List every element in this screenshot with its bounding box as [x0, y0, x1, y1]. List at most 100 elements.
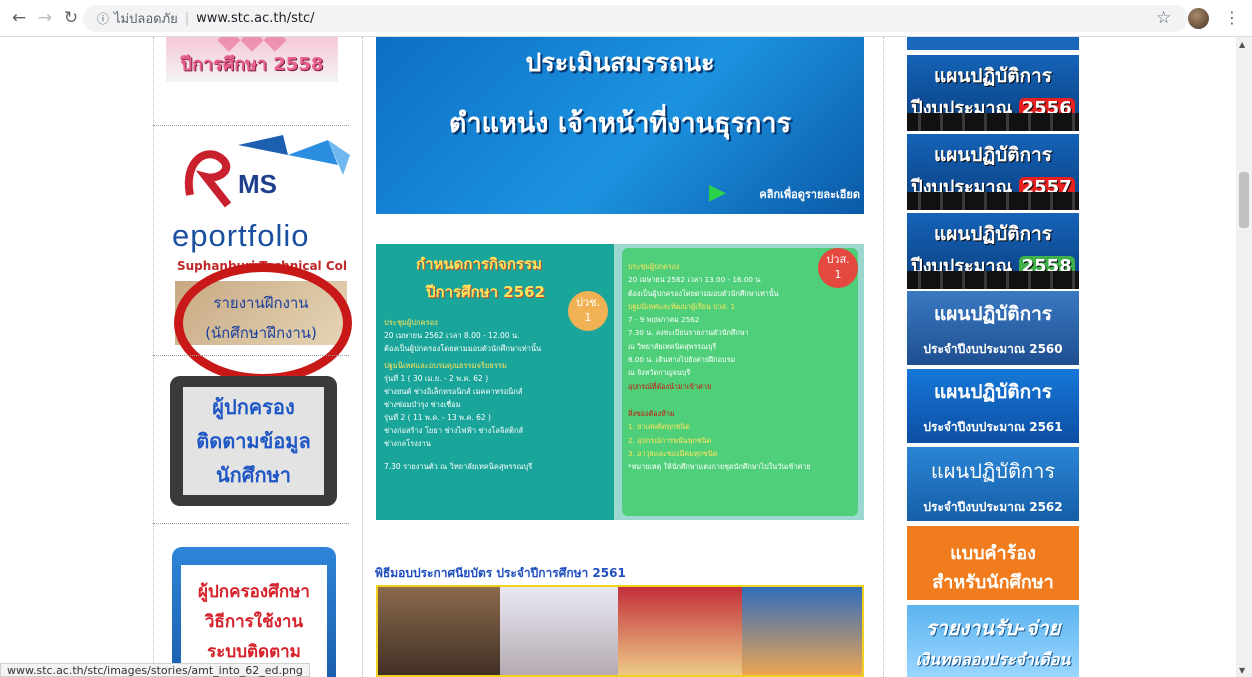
request-form-banner[interactable]: แบบคำร้อง สำหรับนักศึกษา: [907, 526, 1079, 600]
activity-schedule-poster[interactable]: กำหนดการกิจกรรม ปีการศึกษา 2562 ปวช. 1 ป…: [376, 244, 864, 520]
howto-screen: ผู้ปกครองศึกษา วิธีการใช้งาน ระบบติดตาม: [181, 565, 327, 677]
howto-line-1: ผู้ปกครองศึกษา: [198, 582, 310, 602]
photo-panel: [742, 587, 862, 675]
schedule-right-item: 3. อาวุธและของมีคมทุกชนิด: [628, 448, 718, 458]
partial-banner[interactable]: [907, 37, 1079, 50]
plan-2560-banner[interactable]: แผนปฏิบัติการ ประจำปีงบประมาณ 2560: [907, 291, 1079, 365]
rms-label: MS: [238, 169, 277, 199]
badge-pvs-label: ปวส.: [826, 253, 850, 266]
column-divider: [883, 37, 884, 677]
schedule-left-item: ช่างกลโรงงาน: [384, 439, 431, 448]
plan-2556-banner[interactable]: แผนปฏิบัติการ ปีงบประมาณ 2556: [907, 55, 1079, 131]
plan-title: แผนปฏิบัติการ: [934, 223, 1052, 245]
address-bar[interactable]: ⓘ ไม่ปลอดภัย | www.stc.ac.th/stc/: [83, 5, 1188, 32]
plan-subtitle: ประจำปีงบประมาณ 2561: [923, 420, 1063, 434]
year-2558-banner[interactable]: ◆◆◆ ปีการศึกษา 2558: [166, 37, 338, 82]
address-separator: |: [184, 11, 190, 26]
profile-avatar[interactable]: [1188, 8, 1209, 29]
ceremony-photo[interactable]: [376, 585, 864, 677]
parent-track-line-1: ผู้ปกครอง: [212, 395, 295, 419]
city-skyline: [907, 271, 1079, 289]
highlight-circle: [174, 263, 352, 383]
badge-pvc: ปวช. 1: [568, 291, 608, 331]
city-skyline: [907, 113, 1079, 131]
photo-panel: [500, 587, 618, 675]
badge-pvc-num: 1: [584, 311, 592, 324]
bookmark-star-icon[interactable]: ☆: [1156, 8, 1171, 28]
schedule-right-item: ต้องเป็นผู้ปกครองโดยตามมอบตัวนักศึกษาเท่…: [628, 288, 779, 298]
divider: [153, 355, 349, 356]
schedule-left-item: 20 เมษายน 2562 เวลา 8.00 - 12.00 น.: [384, 331, 520, 340]
scroll-down-icon[interactable]: ▼: [1239, 666, 1245, 675]
schedule-left-item: ต้องเป็นผู้ปกครองโดยตามมอบตัวนักศึกษาเท่…: [384, 344, 542, 353]
schedule-left-item: รุ่นที่ 1 ( 30 เม.ย. - 2 พ.ค. 62 ): [384, 374, 489, 383]
plan-title: แผนปฏิบัติการ: [930, 459, 1056, 483]
schedule-right-item: 8.00 น. เดินทางไปยังค่ายฝึกอบรม: [628, 355, 736, 365]
form-subtitle: สำหรับนักศึกษา: [932, 572, 1054, 593]
schedule-left-item: ช่างก่อสร้าง โยธา ช่างไฟฟ้า ช่างโลจิสติก…: [384, 426, 523, 435]
schedule-right-item: *หมายเหตุ ให้นักศึกษาแต่งกายชุดนักศึกษาไ…: [628, 462, 811, 472]
schedule-right-item: สิ่งของต้องห้าม: [628, 408, 675, 418]
status-bar: www.stc.ac.th/stc/images/stories/amt_int…: [0, 663, 310, 677]
schedule-right-panel: ปวส. 1 ประชุมผู้ปกครอง 20 เมษายน 2562 เว…: [622, 248, 858, 516]
schedule-left-item: ปฐมนิเทศและอบรมคุณธรรมจริยธรรม: [384, 361, 507, 370]
schedule-right-item: ปฐมนิเทศและพัฒนาผู้เรียน ปวส. 1: [628, 301, 736, 311]
parent-howto-banner[interactable]: ผู้ปกครองศึกษา วิธีการใช้งาน ระบบติดตาม: [172, 547, 336, 677]
column-divider: [362, 37, 363, 677]
schedule-right-item: 7.30 น. ลงทะเบียนรายงานตัวนักศึกษา: [628, 328, 749, 338]
schedule-right-item: ประชุมผู้ปกครอง: [628, 262, 680, 271]
schedule-left-item: 7.30 รายงานตัว ณ วิทยาลัยเทคนิคสุพรรณบุร…: [384, 462, 533, 471]
finance-subtitle: เงินทดลองประจำเดือน: [915, 650, 1071, 669]
schedule-left-item: ช่างยนต์ ช่างอิเล็กทรอนิกส์ เมคคาทรอนิกส…: [384, 387, 523, 396]
schedule-left-item: ช่างซ่อมบำรุง ช่างเชื่อม: [384, 400, 461, 409]
parent-track-line-3: นักศึกษา: [216, 463, 291, 487]
badge-pvs-num: 1: [834, 268, 842, 281]
url-text[interactable]: www.stc.ac.th/stc/: [196, 11, 314, 26]
back-icon[interactable]: ←: [6, 8, 32, 28]
schedule-left-items: ประชุมผู้ปกครอง 20 เมษายน 2562 เวลา 8.00…: [384, 316, 566, 473]
browser-toolbar: ← → ↻ ⓘ ไม่ปลอดภัย | www.stc.ac.th/stc/ …: [0, 0, 1252, 37]
vertical-scrollbar[interactable]: [1236, 37, 1252, 677]
parent-tracking-tablet[interactable]: ผู้ปกครอง ติดตามข้อมูล นักศึกษา: [170, 376, 337, 506]
schedule-right-item: 20 เมษายน 2562 เวลา 13.00 - 16.00 น.: [628, 275, 763, 285]
assessment-line-2: ตำแหน่ง เจ้าหน้าที่งานธุรการ: [448, 108, 792, 139]
plan-2558-banner[interactable]: แผนปฏิบัติการ ปีงบประมาณ 2558: [907, 213, 1079, 289]
plan-subtitle: ประจำปีงบประมาณ 2560: [923, 342, 1063, 356]
form-title: แบบคำร้อง: [950, 543, 1036, 564]
rms-logo[interactable]: MS: [178, 135, 350, 209]
schedule-title: กำหนดการกิจกรรม: [416, 255, 542, 273]
eportfolio-logo[interactable]: eportfolio: [172, 218, 310, 254]
plan-2561-banner[interactable]: แผนปฏิบัติการ ประจำปีงบประมาณ 2561: [907, 369, 1079, 443]
scroll-up-icon[interactable]: ▲: [1239, 40, 1245, 49]
finance-report-banner[interactable]: รายงานรับ-จ่าย เงินทดลองประจำเดือน: [907, 605, 1079, 677]
badge-pvc-label: ปวช.: [575, 296, 601, 309]
forward-icon[interactable]: →: [32, 8, 58, 28]
photo-panel: [378, 587, 500, 675]
click-detail-label[interactable]: คลิกเพื่อดูรายละเอียด: [759, 185, 860, 203]
security-label: ไม่ปลอดภัย: [114, 12, 178, 27]
city-skyline: [907, 192, 1079, 210]
plan-2562-banner[interactable]: แผนปฏิบัติการ ประจำปีงบประมาณ 2562: [907, 447, 1079, 521]
kebab-menu-icon[interactable]: ⋮: [1224, 8, 1240, 27]
ceremony-title[interactable]: พิธีมอบประกาศนียบัตร ประจำปีการศึกษา 256…: [375, 564, 626, 583]
plan-title: แผนปฏิบัติการ: [934, 381, 1052, 403]
plan-2557-banner[interactable]: แผนปฏิบัติการ ปีงบประมาณ 2557: [907, 134, 1079, 210]
arrow-icon: ▶: [709, 180, 726, 205]
reload-icon[interactable]: ↻: [58, 8, 84, 28]
plan-title: แผนปฏิบัติการ: [934, 65, 1052, 87]
plan-subtitle: ประจำปีงบประมาณ 2562: [923, 500, 1063, 514]
parent-track-line-2: ติดตามข้อมูล: [196, 429, 311, 453]
assessment-banner[interactable]: ประเมินสมรรถนะ ตำแหน่ง เจ้าหน้าที่งานธุร…: [376, 37, 864, 214]
schedule-right-item: 2. อุปกรณ์การพนันทุกชนิด: [628, 435, 712, 445]
divider: [153, 125, 349, 126]
schedule-right-item: 1. ยาเสพติดทุกชนิด: [628, 422, 690, 432]
howto-line-2: วิธีการใช้งาน: [204, 612, 304, 632]
scrollbar-thumb[interactable]: [1239, 172, 1249, 228]
tablet-screen: ผู้ปกครอง ติดตามข้อมูล นักศึกษา: [183, 387, 324, 495]
schedule-right-item: ณ วิทยาลัยเทคนิคสุพรรณบุรี: [628, 341, 717, 351]
plan-title: แผนปฏิบัติการ: [934, 303, 1052, 325]
finance-title: รายงานรับ-จ่าย: [925, 616, 1061, 640]
schedule-right-items: ประชุมผู้ปกครอง 20 เมษายน 2562 เวลา 13.0…: [628, 260, 824, 473]
info-icon[interactable]: ⓘ: [97, 10, 109, 27]
schedule-left-item: ประชุมผู้ปกครอง: [384, 318, 438, 327]
